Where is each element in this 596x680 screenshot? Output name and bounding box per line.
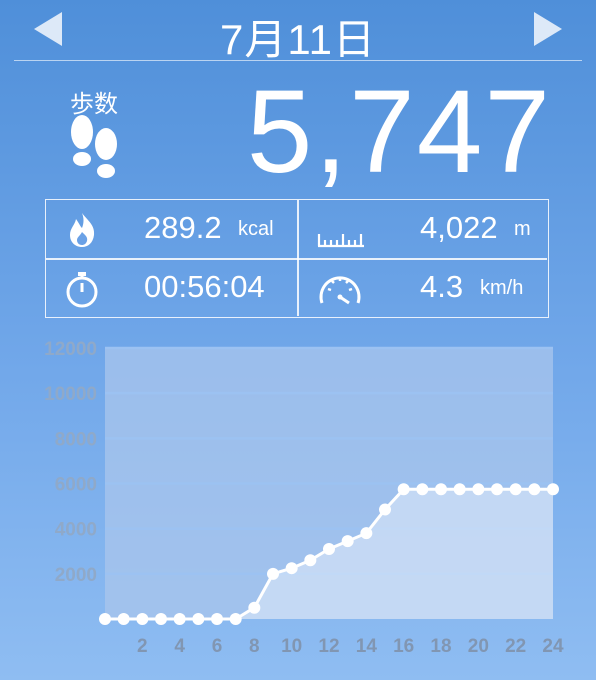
- x-tick-label: 4: [174, 636, 185, 657]
- data-point: [509, 483, 522, 496]
- x-tick-label: 24: [542, 636, 564, 657]
- data-point: [472, 483, 485, 496]
- data-point: [397, 483, 410, 496]
- chevron-right-icon[interactable]: [534, 12, 562, 46]
- data-point: [491, 483, 503, 496]
- data-point: [528, 483, 541, 496]
- data-point: [360, 527, 373, 540]
- hourly-steps-chart: 20004000600080001000012000 2 4 6 8 10 12 14 16 1…: [44, 339, 564, 657]
- stats-panel: 289.2 kcal 4,022 m 00:56:04 4.3 km/h: [45, 199, 549, 318]
- speed-unit: km/h: [480, 277, 524, 299]
- data-point: [117, 613, 130, 625]
- x-tick-label: 10: [281, 636, 302, 657]
- data-point: [155, 613, 167, 625]
- x-tick-label: 12: [318, 636, 339, 657]
- chart-x-axis: 2 4 6 8 10 12 14 16 18 20 22 24: [137, 636, 564, 657]
- data-point: [192, 613, 205, 625]
- calories-value: 289.2: [144, 210, 222, 245]
- speedometer-icon: [319, 276, 361, 305]
- x-tick-label: 16: [393, 636, 414, 657]
- y-tick-label: 12000: [44, 339, 97, 360]
- y-tick-label: 8000: [55, 429, 97, 450]
- data-point: [416, 483, 429, 496]
- flame-icon: [70, 213, 95, 247]
- x-tick-label: 2: [137, 636, 148, 657]
- distance-unit: m: [514, 218, 531, 240]
- calories-cell: 289.2 kcal: [46, 200, 297, 258]
- time-value: 00:56:04: [144, 269, 265, 304]
- y-tick-label: 6000: [55, 475, 97, 496]
- data-point: [267, 567, 279, 580]
- data-point: [435, 483, 447, 496]
- x-tick-label: 20: [468, 636, 489, 657]
- y-tick-label: 2000: [55, 565, 97, 586]
- distance-value: 4,022: [420, 210, 498, 245]
- data-point: [248, 601, 261, 614]
- distance-cell: 4,022 m: [298, 200, 549, 258]
- data-point: [341, 535, 354, 548]
- data-point: [453, 483, 466, 496]
- y-tick-label: 4000: [55, 520, 97, 541]
- speed-cell: 4.3 km/h: [298, 259, 549, 317]
- data-point: [304, 554, 317, 567]
- x-tick-label: 8: [249, 636, 260, 657]
- x-tick-label: 14: [356, 636, 378, 657]
- stopwatch-icon: [66, 272, 98, 308]
- data-point: [285, 562, 298, 575]
- x-tick-label: 6: [212, 636, 223, 657]
- x-tick-label: 18: [430, 636, 451, 657]
- footprints-icon: [71, 115, 117, 178]
- speed-value: 4.3: [420, 269, 464, 304]
- data-point: [379, 503, 391, 516]
- data-point: [547, 483, 559, 496]
- data-point: [211, 613, 223, 625]
- ruler-icon: [317, 234, 364, 248]
- time-cell: 00:56:04: [46, 259, 297, 317]
- date-title: 7月11日: [220, 16, 376, 63]
- steps-count: 5,747: [246, 66, 552, 198]
- calories-unit: kcal: [238, 218, 274, 240]
- data-point: [173, 613, 186, 625]
- date-header: 7月11日: [0, 0, 596, 63]
- data-point: [229, 613, 242, 625]
- data-point: [99, 613, 111, 625]
- data-point: [136, 613, 149, 625]
- chart-y-axis: 2000 4000 6000 8000 10000 12000: [44, 339, 97, 586]
- header-divider: [14, 60, 582, 61]
- x-tick-label: 22: [505, 636, 526, 657]
- y-tick-label: 10000: [44, 384, 97, 405]
- data-point: [323, 542, 335, 555]
